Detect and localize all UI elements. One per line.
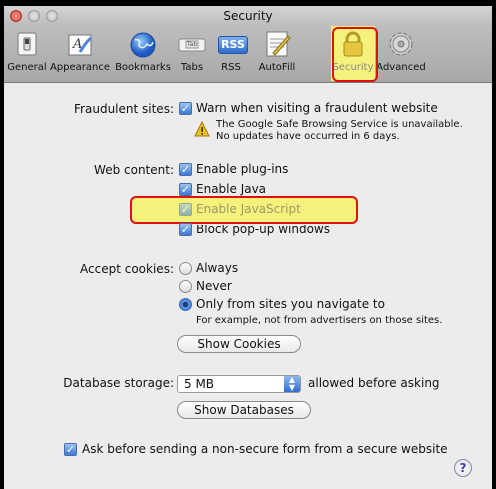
block-popups-text: Block pop-up windows <box>196 222 330 236</box>
database-storage-label: Database storage: <box>63 376 174 390</box>
zoom-window-button[interactable] <box>46 10 58 22</box>
help-button[interactable]: ? <box>454 459 472 477</box>
web-content-label: Web content: <box>94 163 174 177</box>
toolbar-item-autofill[interactable]: AutoFill <box>252 28 302 74</box>
accept-cookies-label: Accept cookies: <box>80 262 174 276</box>
cookies-only-visited-text: Only from sites you navigate to <box>196 297 385 311</box>
toolbar-item-bookmarks[interactable]: Bookmarks <box>113 28 173 74</box>
block-popups-checkbox[interactable]: ✓ <box>179 223 192 236</box>
stepper-arrows-icon: ▲ ▼ <box>284 376 300 392</box>
toolbar-item-tabs[interactable]: Tab Tabs <box>174 28 210 74</box>
safe-browsing-notice: The Google Safe Browsing Service is unav… <box>216 119 463 130</box>
cookies-never-text: Never <box>196 279 232 293</box>
warn-fraud-checkbox[interactable]: ✓ <box>179 102 192 115</box>
database-size-select[interactable]: 5 MB ▲ ▼ <box>177 375 301 393</box>
enable-plugins-checkbox[interactable]: ✓ <box>179 163 192 176</box>
window-title: Security <box>223 9 273 23</box>
cookies-always-radio[interactable] <box>179 262 192 275</box>
toolbar-label: Tabs <box>180 62 204 73</box>
toolbar-item-general[interactable]: General <box>6 28 48 74</box>
font-icon: A <box>64 28 96 60</box>
toolbar-item-appearance[interactable]: A Appearance <box>48 28 112 74</box>
enable-java-checkbox[interactable]: ✓ <box>179 183 192 196</box>
tabs-icon: Tab <box>176 28 208 60</box>
update-notice: No updates have occurred in 6 days. <box>216 131 400 142</box>
warning-icon <box>194 120 210 137</box>
toolbar-label: Advanced <box>376 62 426 73</box>
nonsecure-form-checkbox[interactable]: ✓ <box>64 443 77 456</box>
preferences-toolbar: General A Appearance Bookmarks Tab Tabs … <box>4 26 492 83</box>
toolbar-label: General <box>7 62 47 73</box>
security-preferences-pane: Fraudulent sites: ✓ Warn when visiting a… <box>4 83 492 489</box>
light-switch-icon <box>11 28 43 60</box>
cookies-always-text: Always <box>196 261 239 275</box>
toolbar-label: Appearance <box>49 62 111 73</box>
rss-badge: RSS <box>218 36 248 54</box>
pencil-form-icon <box>261 28 293 60</box>
toolbar-item-rss[interactable]: RSS RSS <box>211 28 251 74</box>
fraud-label: Fraudulent sites: <box>74 102 174 116</box>
cookies-only-visited-radio[interactable] <box>179 298 192 311</box>
enable-javascript-text: Enable JavaScript <box>196 202 301 216</box>
minimize-window-button[interactable] <box>28 10 40 22</box>
toolbar-item-advanced[interactable]: Advanced <box>376 28 426 74</box>
database-suffix-text: allowed before asking <box>308 376 440 390</box>
rss-icon: RSS <box>215 28 248 60</box>
tabs-badge-text: Tab <box>187 41 198 48</box>
globe-icon <box>127 28 159 60</box>
cookies-never-radio[interactable] <box>179 280 192 293</box>
cookies-hint: For example, not from advertisers on tho… <box>196 315 443 326</box>
close-window-button[interactable] <box>10 10 22 22</box>
title-bar: Security <box>4 6 492 26</box>
warn-fraud-text: Warn when visiting a fraudulent website <box>196 101 438 115</box>
enable-plugins-text: Enable plug-ins <box>196 162 289 176</box>
enable-javascript-checkbox[interactable]: ✓ <box>179 203 192 216</box>
nonsecure-form-text: Ask before sending a non-secure form fro… <box>82 442 448 456</box>
show-cookies-button[interactable]: Show Cookies <box>177 335 301 353</box>
gear-icon <box>385 28 417 60</box>
security-highlight-annotation <box>332 27 378 82</box>
database-size-value: 5 MB <box>184 377 215 391</box>
enable-java-text: Enable Java <box>196 182 267 196</box>
toolbar-label: AutoFill <box>258 62 296 73</box>
show-databases-button[interactable]: Show Databases <box>177 401 311 419</box>
toolbar-label: RSS <box>221 62 241 73</box>
toolbar-label: Bookmarks <box>115 62 171 73</box>
